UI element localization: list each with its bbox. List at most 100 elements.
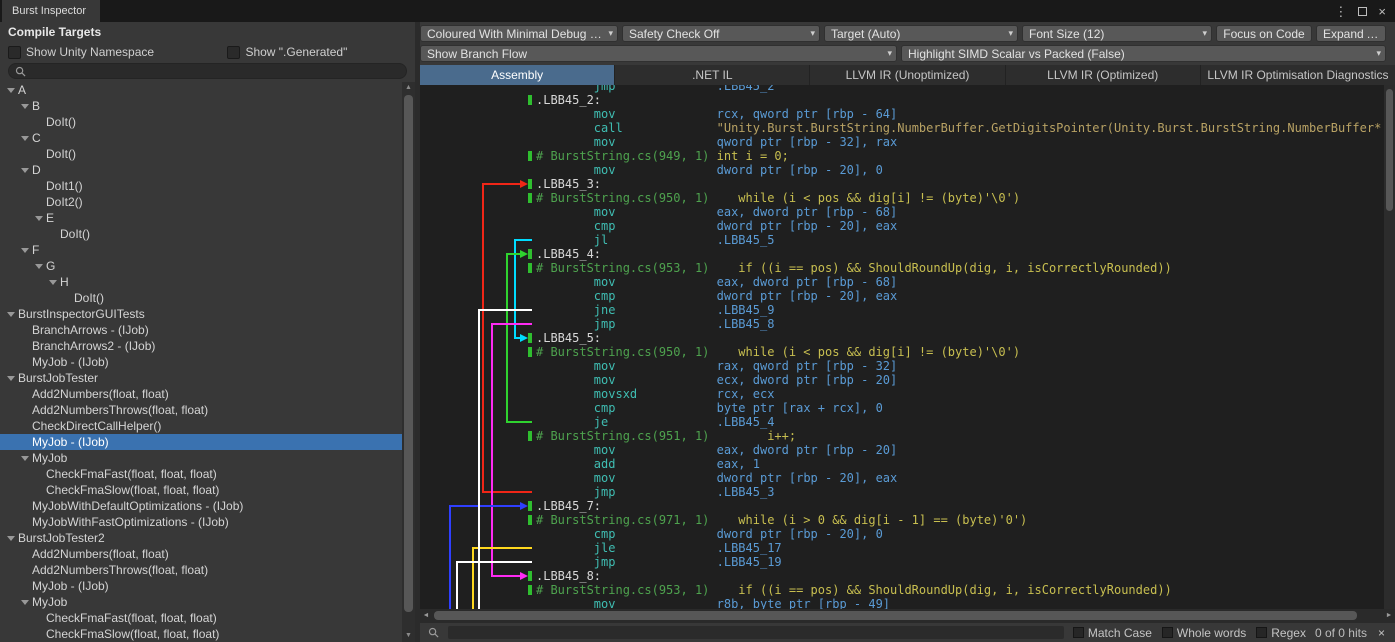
show-generated-toggle[interactable]: Show ".Generated" [227,44,407,60]
debug-info-mode-dropdown[interactable]: Coloured With Minimal Debug Information▾ [420,25,618,42]
tree-item[interactable]: BurstInspectorGUITests [0,306,402,322]
tree-item[interactable]: BranchArrows - (IJob) [0,322,402,338]
find-close-icon[interactable]: × [1376,626,1387,640]
tree-item[interactable]: E [0,210,402,226]
branch-flow-dropdown[interactable]: Show Branch Flow▾ [420,45,897,62]
asm-line: # BurstString.cs(953, 1) if ((i == pos) … [420,583,1384,597]
tree-item[interactable]: BranchArrows2 - (IJob) [0,338,402,354]
hscroll-track[interactable] [432,609,1383,622]
asm-line: je .LBB45_4 [420,415,1384,429]
foldout-icon[interactable] [4,376,18,381]
simd-highlight-dropdown[interactable]: Highlight SIMD Scalar vs Packed (False)▾ [901,45,1386,62]
tree-item[interactable]: F [0,242,402,258]
tree-item[interactable]: MyJobWithDefaultOptimizations - (IJob) [0,498,402,514]
tree-item[interactable]: Add2NumbersThrows(float, float) [0,402,402,418]
match-case-toggle[interactable]: Match Case [1073,626,1152,640]
foldout-icon[interactable] [4,312,18,317]
tab-net-il[interactable]: .NET IL [615,65,809,85]
tree-item-label: CheckFmaSlow(float, float, float) [46,627,219,641]
tree-item[interactable]: CheckDirectCallHelper() [0,418,402,434]
close-icon[interactable]: × [1378,5,1386,18]
tree-item[interactable]: Add2Numbers(float, float) [0,386,402,402]
tree-item[interactable]: CheckFmaSlow(float, float, float) [0,482,402,498]
tree-scrollbar-thumb[interactable] [404,95,413,612]
scroll-down-icon[interactable]: ▼ [402,630,415,642]
tree-item[interactable]: DoIt1() [0,178,402,194]
expand-all-button[interactable]: Expand All [1316,25,1386,42]
tab-llvm-ir-optimized[interactable]: LLVM IR (Optimized) [1006,65,1200,85]
regex-toggle[interactable]: Regex [1256,626,1306,640]
checkbox-icon[interactable] [8,46,21,59]
foldout-icon[interactable] [32,216,46,221]
window-tab-burst-inspector[interactable]: Burst Inspector [2,0,100,22]
branch-target-marker [528,95,532,105]
tree-item[interactable]: G [0,258,402,274]
maximize-icon[interactable] [1358,7,1367,16]
tree-item[interactable]: C [0,130,402,146]
code-vertical-scrollbar[interactable] [1384,85,1395,609]
tree-item[interactable]: A [0,82,402,98]
tree-item-label: A [18,83,26,97]
foldout-icon[interactable] [32,264,46,269]
whole-words-toggle[interactable]: Whole words [1162,626,1246,640]
tree-item[interactable]: BurstJobTester [0,370,402,386]
tab-assembly[interactable]: Assembly [420,65,614,85]
tree-item[interactable]: DoIt() [0,226,402,242]
tree-item[interactable]: MyJob - (IJob) [0,578,402,594]
tree-item-label: DoIt() [74,291,104,305]
tree-item[interactable]: B [0,98,402,114]
menu-icon[interactable]: ⋮ [1334,5,1347,18]
code-vscroll-thumb[interactable] [1386,89,1393,211]
scroll-up-icon[interactable]: ▲ [402,82,415,94]
tree-item[interactable]: BurstJobTester2 [0,530,402,546]
targets-search-input[interactable] [8,63,407,79]
tree-item[interactable]: Add2Numbers(float, float) [0,546,402,562]
checkbox-icon[interactable] [1073,627,1084,638]
tree-item[interactable]: Add2NumbersThrows(float, float) [0,562,402,578]
foldout-icon[interactable] [18,168,32,173]
tree-item[interactable]: DoIt2() [0,194,402,210]
foldout-icon[interactable] [18,456,32,461]
tree-scrollbar[interactable]: ▲ ▼ [402,82,415,642]
tree-item-label: CheckDirectCallHelper() [32,419,161,433]
foldout-icon[interactable] [4,88,18,93]
tree-item[interactable]: DoIt() [0,114,402,130]
foldout-icon[interactable] [18,136,32,141]
foldout-icon[interactable] [46,280,60,285]
tree-item[interactable]: CheckFmaSlow(float, float, float) [0,626,402,642]
checkbox-icon[interactable] [1162,627,1173,638]
tree-item[interactable]: DoIt() [0,290,402,306]
tree-item[interactable]: CheckFmaFast(float, float, float) [0,466,402,482]
find-input[interactable] [448,626,1064,639]
tree-item[interactable]: MyJob - (IJob) [0,434,402,450]
foldout-icon[interactable] [18,600,32,605]
tree-item[interactable]: D [0,162,402,178]
focus-on-code-button[interactable]: Focus on Code [1216,25,1312,42]
code-horizontal-scrollbar[interactable]: ◄ ► [420,609,1395,622]
tree-item[interactable]: CheckFmaFast(float, float, float) [0,610,402,626]
foldout-icon[interactable] [18,248,32,253]
tab-llvm-ir-unoptimized[interactable]: LLVM IR (Unoptimized) [810,65,1004,85]
tree-item[interactable]: MyJob [0,450,402,466]
focus-on-code-button-label: Focus on Code [1223,27,1304,41]
font-size-dropdown[interactable]: Font Size (12)▾ [1022,25,1212,42]
tab-llvm-ir-optimisation-diagnostics[interactable]: LLVM IR Optimisation Diagnostics [1201,65,1395,85]
tree-item[interactable]: MyJob - (IJob) [0,354,402,370]
scroll-left-icon[interactable]: ◄ [420,612,432,619]
scroll-right-icon[interactable]: ► [1383,612,1395,619]
safety-check-dropdown[interactable]: Safety Check Off▾ [622,25,820,42]
checkbox-icon[interactable] [1256,627,1267,638]
tree-item[interactable]: DoIt() [0,146,402,162]
foldout-icon[interactable] [18,104,32,109]
tree-item[interactable]: MyJob [0,594,402,610]
tree-item[interactable]: H [0,274,402,290]
tree-item[interactable]: MyJobWithFastOptimizations - (IJob) [0,514,402,530]
tree-item-label: Add2Numbers(float, float) [32,387,169,401]
find-hits: 0 of 0 hits [1315,626,1367,640]
code-hscroll-thumb[interactable] [434,611,1357,620]
show-unity-namespace-toggle[interactable]: Show Unity Namespace [8,44,227,60]
compile-targets-title: Compile Targets [8,25,407,41]
foldout-icon[interactable] [4,536,18,541]
checkbox-icon[interactable] [227,46,240,59]
target-dropdown[interactable]: Target (Auto)▾ [824,25,1018,42]
